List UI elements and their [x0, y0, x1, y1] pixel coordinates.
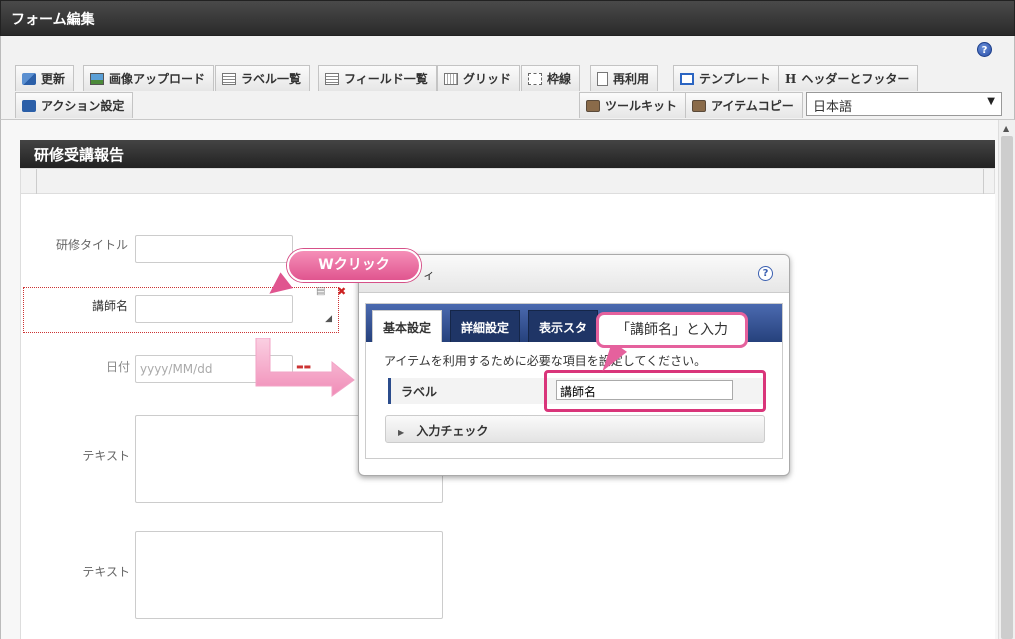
header-icon: H [785, 71, 797, 86]
label-list-button[interactable]: ラベル一覧 [215, 65, 311, 91]
grid-icon [444, 72, 458, 85]
toolbox-icon [692, 99, 706, 112]
enter-hint-callout: 「講師名」と入力 [596, 312, 748, 348]
help-icon[interactable]: ? [758, 266, 773, 281]
action-settings-button[interactable]: アクション設定 [15, 92, 134, 118]
double-click-callout: Wクリック [287, 249, 421, 282]
list-icon [222, 72, 236, 85]
list-icon [325, 72, 339, 85]
field-label-training-title: 研修タイトル [55, 238, 128, 252]
update-button[interactable]: 更新 [15, 65, 75, 91]
vertical-scrollbar[interactable]: ▲ [998, 120, 1015, 639]
scroll-up-icon[interactable]: ▲ [1003, 124, 1009, 133]
pointer-arrow [255, 338, 355, 397]
frame-icon [528, 72, 542, 85]
input-check-expander[interactable]: ▶ 入力チェック [385, 415, 765, 443]
language-select[interactable]: 日本語 ▼ [806, 92, 1002, 116]
toolbox-icon [586, 99, 600, 112]
highlight-box [544, 370, 766, 412]
action-icon [22, 99, 36, 112]
field-list-button[interactable]: フィールド一覧 [318, 65, 437, 91]
dropdown-arrow-icon: ▼ [987, 96, 995, 107]
dialog-description: アイテムを利用するために必要な項目を設定してください。 [384, 354, 707, 368]
dialog-title-bar[interactable]: ィ ? [359, 255, 789, 293]
scroll-thumb[interactable] [1001, 136, 1013, 639]
text-area-2[interactable] [135, 531, 443, 619]
image-upload-button[interactable]: 画像アップロード [83, 65, 215, 91]
window-title: フォーム編集 [0, 0, 1015, 36]
help-icon[interactable]: ? [977, 42, 992, 57]
form-title: 研修受講報告 [20, 140, 995, 168]
field-label-text-2: テキスト [82, 565, 130, 579]
frame-button[interactable]: 枠線 [521, 65, 581, 91]
template-icon [680, 72, 694, 85]
delete-icon[interactable]: ✖ [337, 285, 346, 298]
image-upload-icon [90, 72, 104, 85]
reuse-button[interactable]: 再利用 [590, 65, 659, 91]
property-dialog: ィ ? 基本設定 詳細設定 表示スタ アイテムを利用するために必要な項目を設定し… [358, 254, 790, 476]
tab-basic-settings[interactable]: 基本設定 [372, 310, 443, 342]
grid-button[interactable]: グリッド [437, 65, 521, 91]
tab-display-style[interactable]: 表示スタ [528, 310, 599, 342]
item-copy-button[interactable]: アイテムコピー [685, 92, 803, 118]
instructor-input[interactable]: ◢ [135, 295, 332, 324]
toolkit-button[interactable]: ツールキット [579, 92, 687, 118]
field-label-text-1: テキスト [82, 449, 130, 463]
form-header-area [20, 168, 995, 195]
field-label-instructor: 講師名 [91, 299, 128, 313]
field-label-date: 日付 [105, 360, 130, 374]
resize-handle-icon[interactable]: ◢ [325, 314, 332, 324]
header-footer-button[interactable]: H ヘッダーとフッター [778, 65, 919, 91]
label-setting-name: ラベル [401, 385, 438, 399]
document-icon [597, 71, 608, 86]
expand-triangle-icon: ▶ [398, 428, 405, 437]
refresh-icon [22, 72, 36, 85]
edit-icon[interactable]: ▤ [316, 286, 325, 297]
top-strip: ? [0, 36, 1015, 64]
tab-detail-settings[interactable]: 詳細設定 [450, 310, 521, 342]
training-title-input[interactable] [135, 235, 293, 263]
template-button[interactable]: テンプレート [673, 65, 780, 91]
